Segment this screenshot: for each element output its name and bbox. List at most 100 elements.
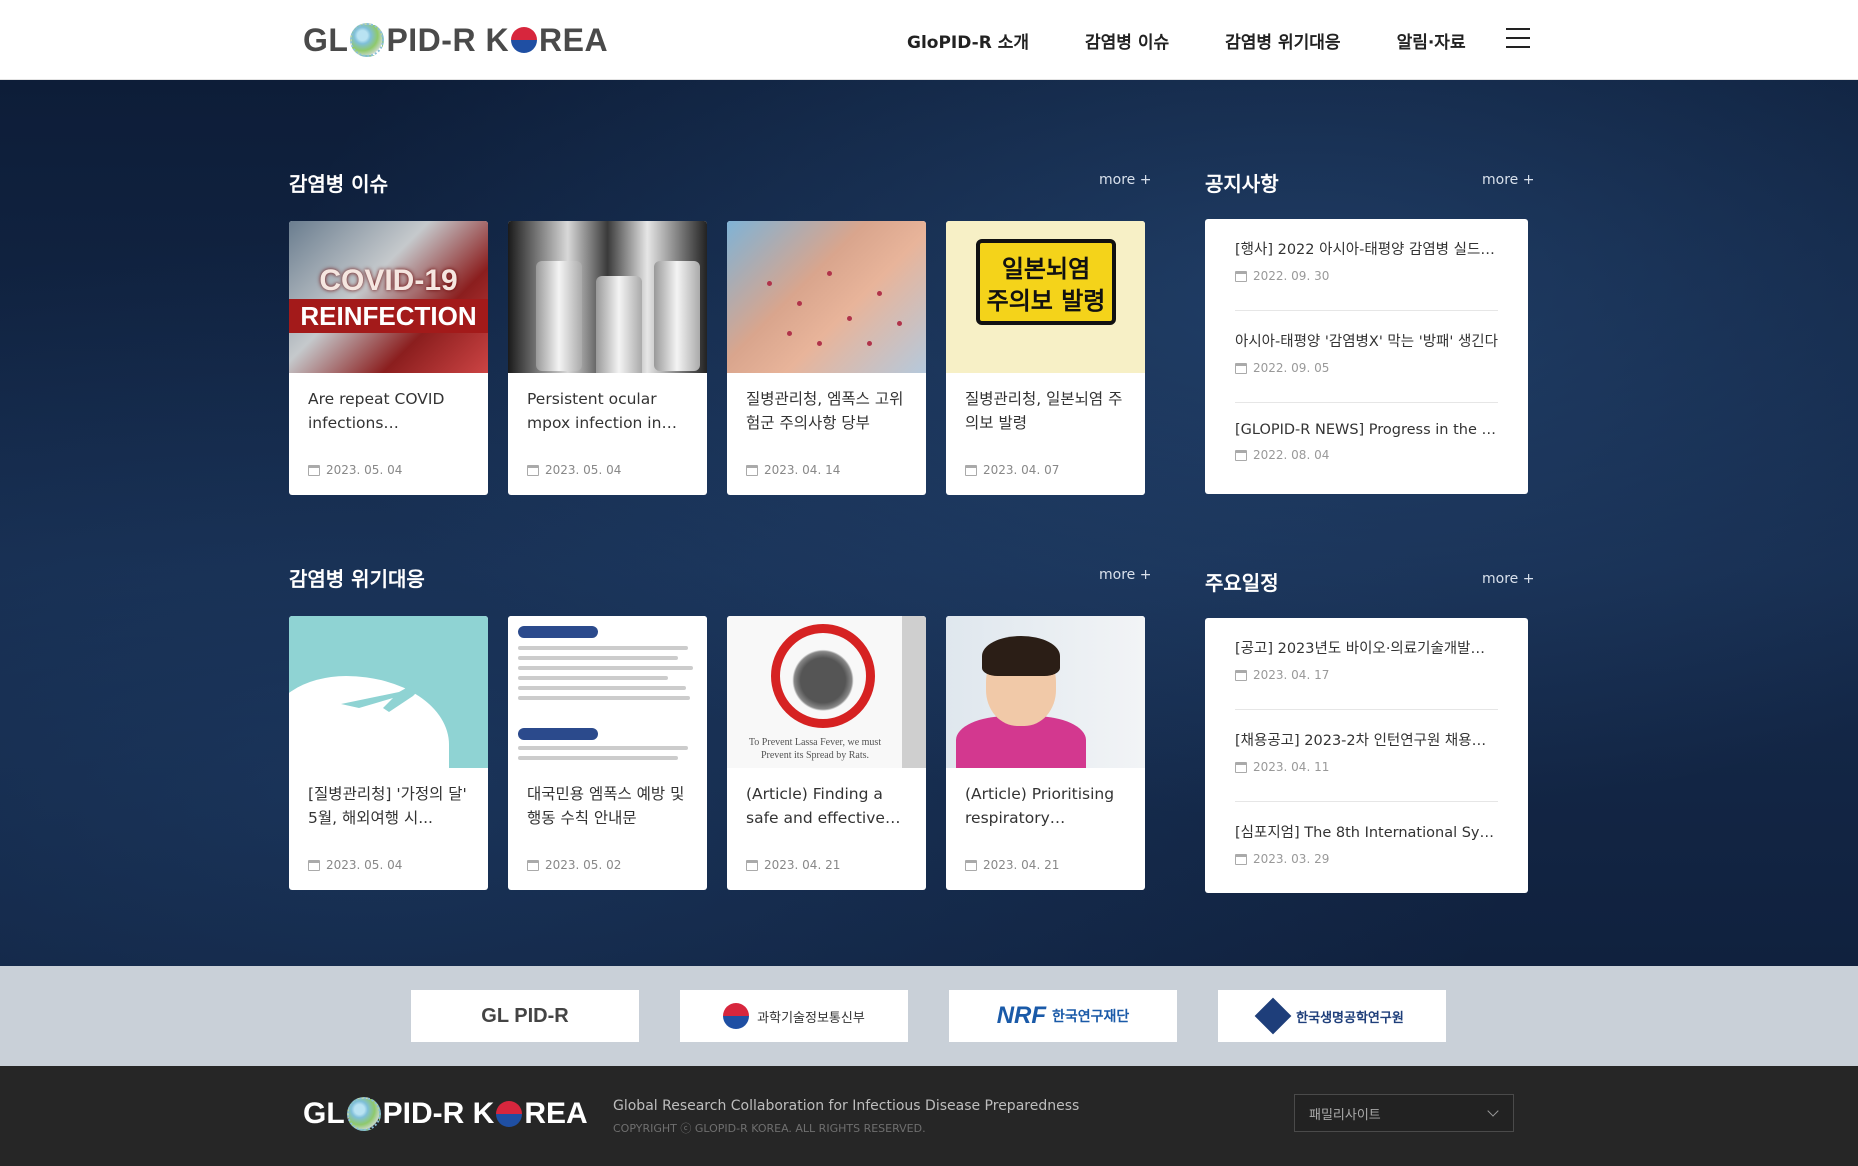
crisis-card[interactable]: (Article) Prioritising respiratory syncy… bbox=[946, 616, 1145, 890]
partner-glopid-r[interactable]: GL PID-R bbox=[411, 990, 639, 1042]
card-date: 2023. 04. 14 bbox=[746, 463, 840, 477]
card-title: (Article) Prioritising respiratory syncy… bbox=[965, 785, 1115, 827]
partner-strip: GL PID-R 과학기술정보통신부 NRF 한국연구재단 한국생명공학연구원 bbox=[0, 966, 1858, 1066]
section-title-issues: 감염병 이슈 bbox=[289, 172, 388, 196]
nav-item-notice[interactable]: 알림·자료 bbox=[1397, 28, 1466, 53]
site-footer: GL PID-R K REA Global Research Collabora… bbox=[0, 1066, 1858, 1166]
notice-item[interactable]: 아시아-태평양 '감염병X' 막는 '방패' 생긴다 2022. 09. 05 bbox=[1235, 330, 1498, 375]
partner-kribb[interactable]: 한국생명공학연구원 bbox=[1218, 990, 1446, 1042]
partner-nrf[interactable]: NRF 한국연구재단 bbox=[949, 990, 1177, 1042]
partner-name: GL PID-R bbox=[481, 1004, 569, 1027]
section-title-notice: 공지사항 bbox=[1205, 172, 1279, 196]
calendar-icon bbox=[746, 464, 758, 476]
warning-sign: 일본뇌염 주의보 발령 bbox=[976, 239, 1116, 325]
card-thumbnail bbox=[946, 616, 1145, 768]
calendar-icon bbox=[308, 464, 320, 476]
more-link-issues[interactable]: more + bbox=[1099, 172, 1151, 188]
no-rat-icon bbox=[771, 624, 875, 728]
card-thumbnail: 일본뇌염 주의보 발령 bbox=[946, 221, 1145, 373]
divider bbox=[1235, 310, 1498, 311]
kribb-logo-icon bbox=[1254, 997, 1292, 1035]
calendar-icon bbox=[1235, 362, 1247, 374]
schedule-date: 2023. 04. 11 bbox=[1235, 760, 1498, 774]
site-logo[interactable]: GL PID-R K REA bbox=[303, 22, 608, 58]
footer-tagline: Global Research Collaboration for Infect… bbox=[613, 1098, 1080, 1114]
schedule-date: 2023. 04. 17 bbox=[1235, 668, 1498, 682]
chevron-down-icon bbox=[1487, 1105, 1499, 1117]
notice-item[interactable]: [행사] 2022 아시아-태평양 감염병 실드 킥... 2022. 09. … bbox=[1235, 238, 1498, 283]
card-title: (Article) Finding a safe and effective v… bbox=[746, 785, 885, 827]
nav-item-about[interactable]: GloPID-R 소개 bbox=[907, 28, 1029, 53]
card-date: 2023. 04. 21 bbox=[746, 858, 840, 872]
issue-card[interactable]: 질병관리청, 엠폭스 고위험군 주의사항 당부 2023. 04. 14 bbox=[727, 221, 926, 495]
card-date: 2023. 05. 02 bbox=[527, 858, 621, 872]
notice-title: [행사] 2022 아시아-태평양 감염병 실드 킥... bbox=[1235, 242, 1498, 258]
taegeuk-icon bbox=[723, 1003, 750, 1029]
more-link-schedule[interactable]: more + bbox=[1482, 571, 1534, 587]
card-date: 2023. 05. 04 bbox=[308, 858, 402, 872]
main-nav: GloPID-R 소개 감염병 이슈 감염병 위기대응 알림·자료 bbox=[907, 0, 1522, 80]
family-site-select[interactable]: 패밀리사이트 bbox=[1294, 1094, 1514, 1132]
main-content: 감염병 이슈 more + COVID-19 REINFECTION Are re… bbox=[0, 80, 1858, 966]
section-title-schedule: 주요일정 bbox=[1205, 571, 1279, 595]
notice-date: 2022. 09. 05 bbox=[1235, 361, 1498, 375]
nrf-logo: NRF bbox=[996, 1002, 1047, 1029]
schedule-title: [공고] 2023년도 바이오·의료기술개발사업(... bbox=[1235, 641, 1498, 657]
divider bbox=[1235, 709, 1498, 710]
taegeuk-icon bbox=[511, 27, 538, 53]
notice-item[interactable]: [GLOPID-R NEWS] Progress in the imp... 2… bbox=[1235, 422, 1498, 462]
card-date: 2023. 04. 21 bbox=[965, 858, 1059, 872]
menu-icon[interactable] bbox=[1506, 28, 1530, 50]
more-link-crisis[interactable]: more + bbox=[1099, 567, 1151, 583]
card-date: 2023. 04. 07 bbox=[965, 463, 1059, 477]
calendar-icon bbox=[1235, 761, 1247, 773]
card-thumbnail bbox=[508, 221, 707, 373]
card-title: 대국민용 엠폭스 예방 및 행동 수칙 안내문 bbox=[527, 785, 685, 827]
card-thumbnail: COVID-19 REINFECTION bbox=[289, 221, 488, 373]
notice-title: 아시아-태평양 '감염병X' 막는 '방패' 생긴다 bbox=[1235, 334, 1498, 350]
calendar-icon bbox=[308, 859, 320, 871]
crisis-card[interactable]: [질병관리청] '가정의 달' 5월, 해외여행 시... 2023. 05. … bbox=[289, 616, 488, 890]
card-date: 2023. 05. 04 bbox=[527, 463, 621, 477]
globe-icon bbox=[350, 23, 385, 57]
partner-msit[interactable]: 과학기술정보통신부 bbox=[680, 990, 908, 1042]
schedule-panel: [공고] 2023년도 바이오·의료기술개발사업(... 2023. 04. 1… bbox=[1205, 618, 1528, 893]
nav-item-issues[interactable]: 감염병 이슈 bbox=[1085, 28, 1169, 53]
issue-card[interactable]: Persistent ocular mpox infection in an..… bbox=[508, 221, 707, 495]
calendar-icon bbox=[1235, 853, 1247, 865]
issue-card[interactable]: 일본뇌염 주의보 발령 질병관리청, 일본뇌염 주의보 발령 2023. 04. … bbox=[946, 221, 1145, 495]
nav-item-crisis[interactable]: 감염병 위기대응 bbox=[1225, 28, 1340, 53]
card-thumbnail bbox=[289, 616, 488, 768]
logo-text: REA bbox=[539, 21, 609, 58]
schedule-item[interactable]: [공고] 2023년도 바이오·의료기술개발사업(... 2023. 04. 1… bbox=[1235, 637, 1498, 682]
schedule-item[interactable]: [채용공고] 2023-2차 인턴연구원 채용공고 2023. 04. 11 bbox=[1235, 729, 1498, 774]
crisis-card[interactable]: To Prevent Lassa Fever, we must Prevent … bbox=[727, 616, 926, 890]
calendar-icon bbox=[527, 859, 539, 871]
crisis-card[interactable]: 대국민용 엠폭스 예방 및 행동 수칙 안내문 2023. 05. 02 bbox=[508, 616, 707, 890]
issue-card[interactable]: COVID-19 REINFECTION Are repeat COVID inf… bbox=[289, 221, 488, 495]
calendar-icon bbox=[1235, 669, 1247, 681]
schedule-title: [채용공고] 2023-2차 인턴연구원 채용공고 bbox=[1235, 733, 1498, 749]
thumb-text: COVID-19 bbox=[319, 264, 458, 297]
partner-name: 한국생명공학연구원 bbox=[1296, 1010, 1404, 1026]
more-link-notice[interactable]: more + bbox=[1482, 172, 1534, 188]
thumb-text: To Prevent Lassa Fever, we must Prevent … bbox=[748, 737, 882, 761]
logo-text: PID-R K bbox=[386, 21, 510, 58]
partner-name: 한국연구재단 bbox=[1052, 1009, 1130, 1025]
card-date: 2023. 05. 04 bbox=[308, 463, 402, 477]
footer-logo[interactable]: GL PID-R K REA bbox=[303, 1096, 588, 1132]
card-thumbnail bbox=[727, 221, 926, 373]
footer-copyright: COPYRIGHT ⓒ GLOPID-R KOREA. ALL RIGHTS R… bbox=[613, 1122, 926, 1135]
taegeuk-icon bbox=[496, 1101, 523, 1127]
divider bbox=[1235, 801, 1498, 802]
notice-date: 2022. 08. 04 bbox=[1235, 448, 1498, 462]
section-title-crisis: 감염병 위기대응 bbox=[289, 567, 425, 591]
logo-text: GL bbox=[303, 21, 349, 58]
schedule-item[interactable]: [심포지엄] The 8th International Symp... 202… bbox=[1235, 821, 1498, 866]
calendar-icon bbox=[746, 859, 758, 871]
card-thumbnail bbox=[508, 616, 707, 768]
card-title: [질병관리청] '가정의 달' 5월, 해외여행 시... bbox=[308, 785, 467, 827]
partner-name: 과학기술정보통신부 bbox=[757, 1010, 865, 1026]
thumb-text: REINFECTION bbox=[289, 299, 488, 333]
card-title: Persistent ocular mpox infection in an..… bbox=[527, 390, 662, 432]
